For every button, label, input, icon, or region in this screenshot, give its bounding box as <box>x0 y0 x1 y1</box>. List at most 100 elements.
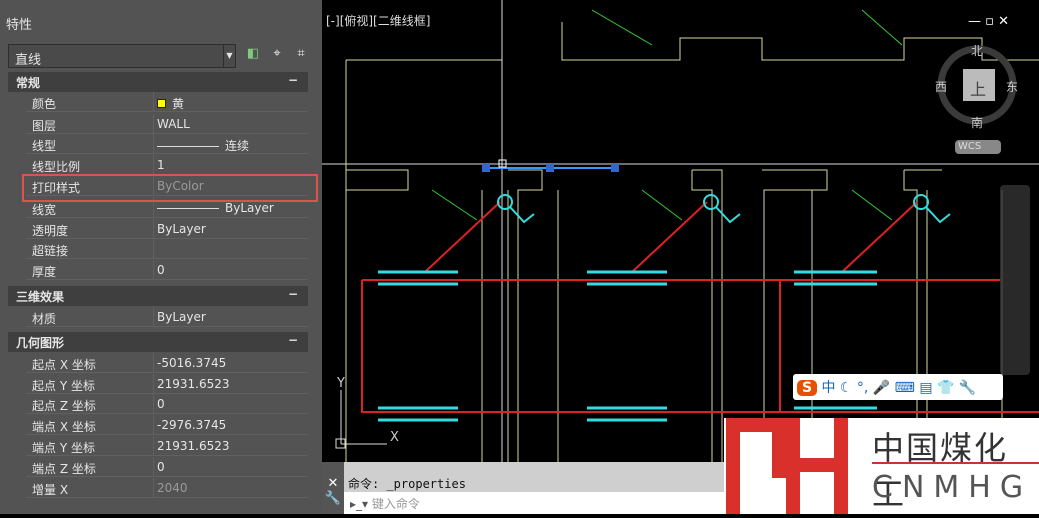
section-label: 几何图形 <box>16 336 65 350</box>
linetype-preview <box>157 146 219 147</box>
divider <box>153 374 154 394</box>
property-row[interactable]: 透明度 ByLayer <box>26 219 308 239</box>
viewcube-top-face[interactable]: 上 <box>970 76 986 100</box>
panel-title: 特性 <box>6 18 33 33</box>
property-value[interactable]: 2040 <box>157 481 188 495</box>
property-name: 端点 Z 坐标 <box>32 462 96 476</box>
property-value[interactable]: 0 <box>157 460 165 474</box>
close-icon[interactable]: ✕ <box>322 476 344 491</box>
sogou-logo: S <box>797 380 817 396</box>
value-text: WALL <box>157 117 190 131</box>
value-text: 1 <box>157 158 165 172</box>
property-row[interactable]: 颜色 黄 <box>26 92 308 112</box>
property-value[interactable]: 21931.6523 <box>157 377 230 391</box>
property-row[interactable]: 端点 Y 坐标 21931.6523 <box>26 436 308 456</box>
property-name: 线型 <box>32 139 57 153</box>
property-name: 图层 <box>32 119 57 133</box>
divider <box>153 114 154 134</box>
section-3d[interactable]: 三维效果 − <box>8 286 308 306</box>
ucs-x-label: X <box>390 430 399 445</box>
property-name: 超链接 <box>32 244 69 258</box>
divider <box>153 436 154 456</box>
logo-en: CNMHG <box>872 470 1033 505</box>
property-row[interactable]: 厚度 0 <box>26 260 308 280</box>
property-row[interactable]: 线型 连续 <box>26 134 308 154</box>
ime-toolbar[interactable]: S 中 ☾ °, 🎤 ⌨ ▤ 👕 🔧 <box>793 374 1003 400</box>
viewport-controls-label[interactable]: [-][俯视][二维线框] <box>326 12 430 29</box>
window-controls[interactable]: — ▫ ✕ <box>968 14 1009 29</box>
ime-lang[interactable]: 中 <box>821 380 835 396</box>
object-type-select[interactable]: 直线 ▼ <box>8 44 236 68</box>
navigation-bar <box>1000 185 1030 375</box>
value-text: -5016.3745 <box>157 356 227 370</box>
compass-north[interactable]: 北 <box>971 42 983 59</box>
property-value[interactable]: 1 <box>157 158 165 172</box>
divider <box>153 239 154 259</box>
property-value[interactable]: ByLayer <box>157 201 274 215</box>
toggle-pickadd-icon[interactable]: ◧ <box>244 46 262 64</box>
section-label: 常规 <box>16 76 41 90</box>
select-objects-icon[interactable]: ⌖ <box>268 46 286 64</box>
command-side: ✕ 🔧 <box>322 462 344 514</box>
property-row[interactable]: 线型比例 1 <box>26 155 308 175</box>
collapse-icon[interactable]: − <box>288 333 298 347</box>
property-row[interactable]: 起点 Z 坐标 0 <box>26 394 308 414</box>
compass-west[interactable]: 西 <box>935 78 947 95</box>
property-row[interactable]: 图层 WALL <box>26 114 308 134</box>
value-text: 0 <box>157 263 165 277</box>
collapse-icon[interactable]: − <box>288 73 298 87</box>
divider <box>153 260 154 280</box>
property-row[interactable]: 增量 X 2040 <box>26 478 308 498</box>
wrench-icon[interactable]: 🔧 <box>322 491 344 506</box>
quick-select-icon[interactable]: ⌗ <box>292 46 310 64</box>
value-text: 2040 <box>157 481 188 495</box>
property-value[interactable]: -5016.3745 <box>157 356 226 370</box>
chevron-down-icon[interactable]: ▼ <box>223 45 235 67</box>
collapse-icon[interactable]: − <box>288 287 298 301</box>
linetype-preview <box>157 208 219 209</box>
compass-east[interactable]: 东 <box>1006 78 1018 95</box>
section-general[interactable]: 常规 − <box>8 72 308 92</box>
property-value[interactable]: ByLayer <box>157 310 206 324</box>
value-text: ByLayer <box>157 222 206 236</box>
property-value[interactable]: 黄 <box>157 95 184 112</box>
highlight-box <box>22 174 318 202</box>
property-name: 厚度 <box>32 265 57 279</box>
property-name: 起点 X 坐标 <box>32 358 96 372</box>
value-text: ByLayer <box>225 201 274 215</box>
property-value[interactable]: WALL <box>157 117 190 131</box>
property-row[interactable]: 起点 Y 坐标 21931.6523 <box>26 374 308 394</box>
property-row[interactable]: 超链接 <box>26 239 308 259</box>
property-value[interactable]: 0 <box>157 263 165 277</box>
property-value[interactable]: -2976.3745 <box>157 418 226 432</box>
property-row[interactable]: 端点 Z 坐标 0 <box>26 457 308 477</box>
property-name: 透明度 <box>32 224 69 238</box>
prompt-icon[interactable]: ▸_▾ <box>350 497 372 511</box>
watermark-logo: 中国煤化工 CNMHG <box>724 418 1039 514</box>
value-text: -2976.3745 <box>157 418 227 432</box>
value-text: 连续 <box>225 139 250 153</box>
property-name: 起点 Y 坐标 <box>32 379 95 393</box>
value-text: 21931.6523 <box>157 439 230 453</box>
property-value[interactable]: ByLayer <box>157 222 206 236</box>
property-row[interactable]: 起点 X 坐标 -5016.3745 <box>26 353 308 373</box>
section-geometry[interactable]: 几何图形 − <box>8 332 308 352</box>
property-value[interactable]: 21931.6523 <box>157 439 230 453</box>
value-text: ByLayer <box>157 310 206 324</box>
property-name: 增量 X <box>32 483 69 497</box>
property-row[interactable]: 端点 X 坐标 -2976.3745 <box>26 415 308 435</box>
property-value[interactable]: 0 <box>157 397 165 411</box>
divider <box>153 353 154 373</box>
value-text: 0 <box>157 460 165 474</box>
divider <box>153 415 154 435</box>
properties-panel: 特性 直线 ▼ ◧ ⌖ ⌗ 常规 − 颜色黄图层 WALL 线型 连续 线型比例 1 打印样式 B… <box>0 0 322 514</box>
wcs-label[interactable]: WCS <box>958 141 981 152</box>
value-text: 0 <box>157 397 165 411</box>
property-value[interactable]: 连续 <box>157 137 249 154</box>
property-row[interactable]: 材质 ByLayer <box>26 307 308 327</box>
divider <box>153 155 154 175</box>
property-name: 颜色 <box>32 97 57 111</box>
value-text: 黄 <box>172 97 185 111</box>
compass-south[interactable]: 南 <box>971 114 983 131</box>
command-placeholder: 键入命令 <box>371 497 420 511</box>
